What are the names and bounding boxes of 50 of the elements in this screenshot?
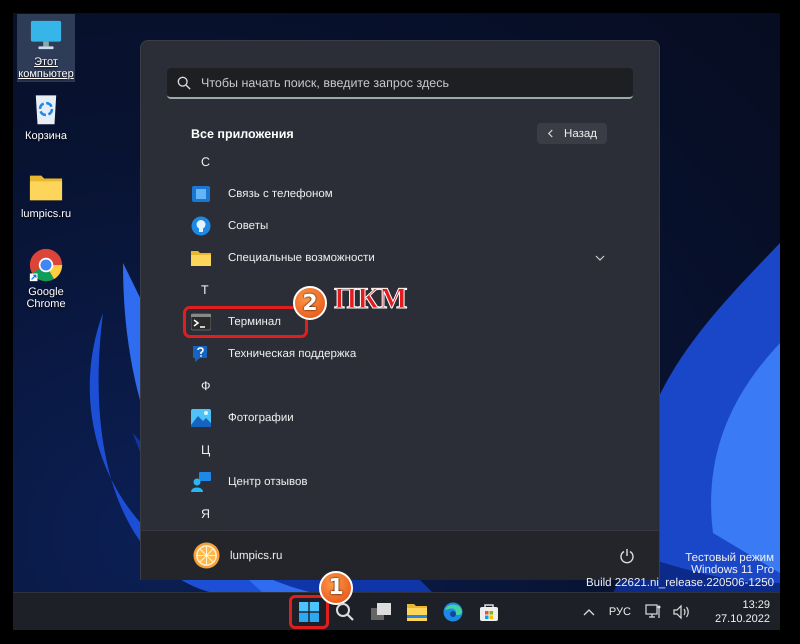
desktop-shortcut[interactable]: Google Chrome — [17, 244, 75, 316]
folder-icon — [191, 248, 211, 268]
task-view-icon — [371, 602, 391, 622]
desktop-shortcut[interactable]: Корзина — [17, 88, 75, 160]
letter-heading[interactable]: С — [201, 155, 210, 170]
lightbulb-icon — [191, 216, 211, 236]
step-number-badge: 2 — [293, 286, 327, 320]
letter-heading[interactable]: Т — [201, 283, 209, 298]
letter-heading[interactable]: Я — [201, 507, 210, 522]
power-icon — [619, 548, 635, 564]
search-icon — [335, 602, 355, 622]
search-field[interactable]: Чтобы начать поиск, введите запрос здесь — [167, 68, 633, 99]
app-list-item[interactable]: Техническая поддержка — [191, 338, 615, 370]
terminal-icon — [191, 312, 211, 332]
phone-link-icon — [191, 184, 211, 204]
app-list-item[interactable]: Советы — [191, 210, 615, 242]
chrome-logo-icon — [29, 248, 63, 282]
shortcut-label: lumpics.ru — [20, 208, 72, 220]
system-notice-text: Тестовый режим — [685, 552, 774, 564]
windows-start-icon — [299, 602, 319, 622]
volume-icon[interactable] — [672, 604, 691, 620]
edge-browser-icon — [443, 602, 463, 622]
letter-heading[interactable]: Ф — [201, 379, 211, 394]
step-caption: ПКМ — [334, 282, 408, 316]
clock-button[interactable]: 13:29 27.10.2022 — [714, 598, 770, 626]
shortcut-label: Корзина — [25, 130, 67, 142]
app-list-item[interactable]: Фотографии — [191, 402, 615, 434]
language-indicator[interactable]: РУС — [608, 606, 631, 618]
back-button[interactable]: Назад — [537, 123, 607, 144]
app-list-item[interactable]: Специальные возможности — [191, 242, 615, 274]
desktop-shortcut[interactable]: lumpics.ru — [17, 166, 75, 238]
app-list-item[interactable]: Центр отзывов — [191, 466, 615, 498]
photos-icon — [191, 408, 211, 428]
feedback-hub-icon — [191, 472, 211, 492]
store-bag-icon — [479, 602, 499, 622]
chevron-up-icon[interactable] — [582, 608, 595, 616]
system-notice-text: Build 22621.ni_release.220506-1250 — [586, 576, 774, 590]
search-icon — [177, 76, 191, 90]
app-list-item[interactable]: Связь с телефоном — [191, 178, 615, 210]
file-explorer-icon — [407, 602, 427, 622]
user-avatar-icon — [193, 542, 220, 570]
system-notice-text: Windows 11 Pro — [691, 564, 774, 577]
shortcut-label: Google Chrome — [25, 286, 67, 310]
network-icon[interactable] — [644, 604, 663, 620]
letter-heading[interactable]: Ц — [201, 443, 210, 458]
user-account-button[interactable]: lumpics.ru — [193, 542, 282, 570]
shortcut-label: Этот компьютер — [17, 56, 75, 80]
chevron-left-icon — [547, 129, 554, 138]
section-title: Все приложения — [191, 126, 294, 141]
monitor-icon — [29, 18, 63, 52]
